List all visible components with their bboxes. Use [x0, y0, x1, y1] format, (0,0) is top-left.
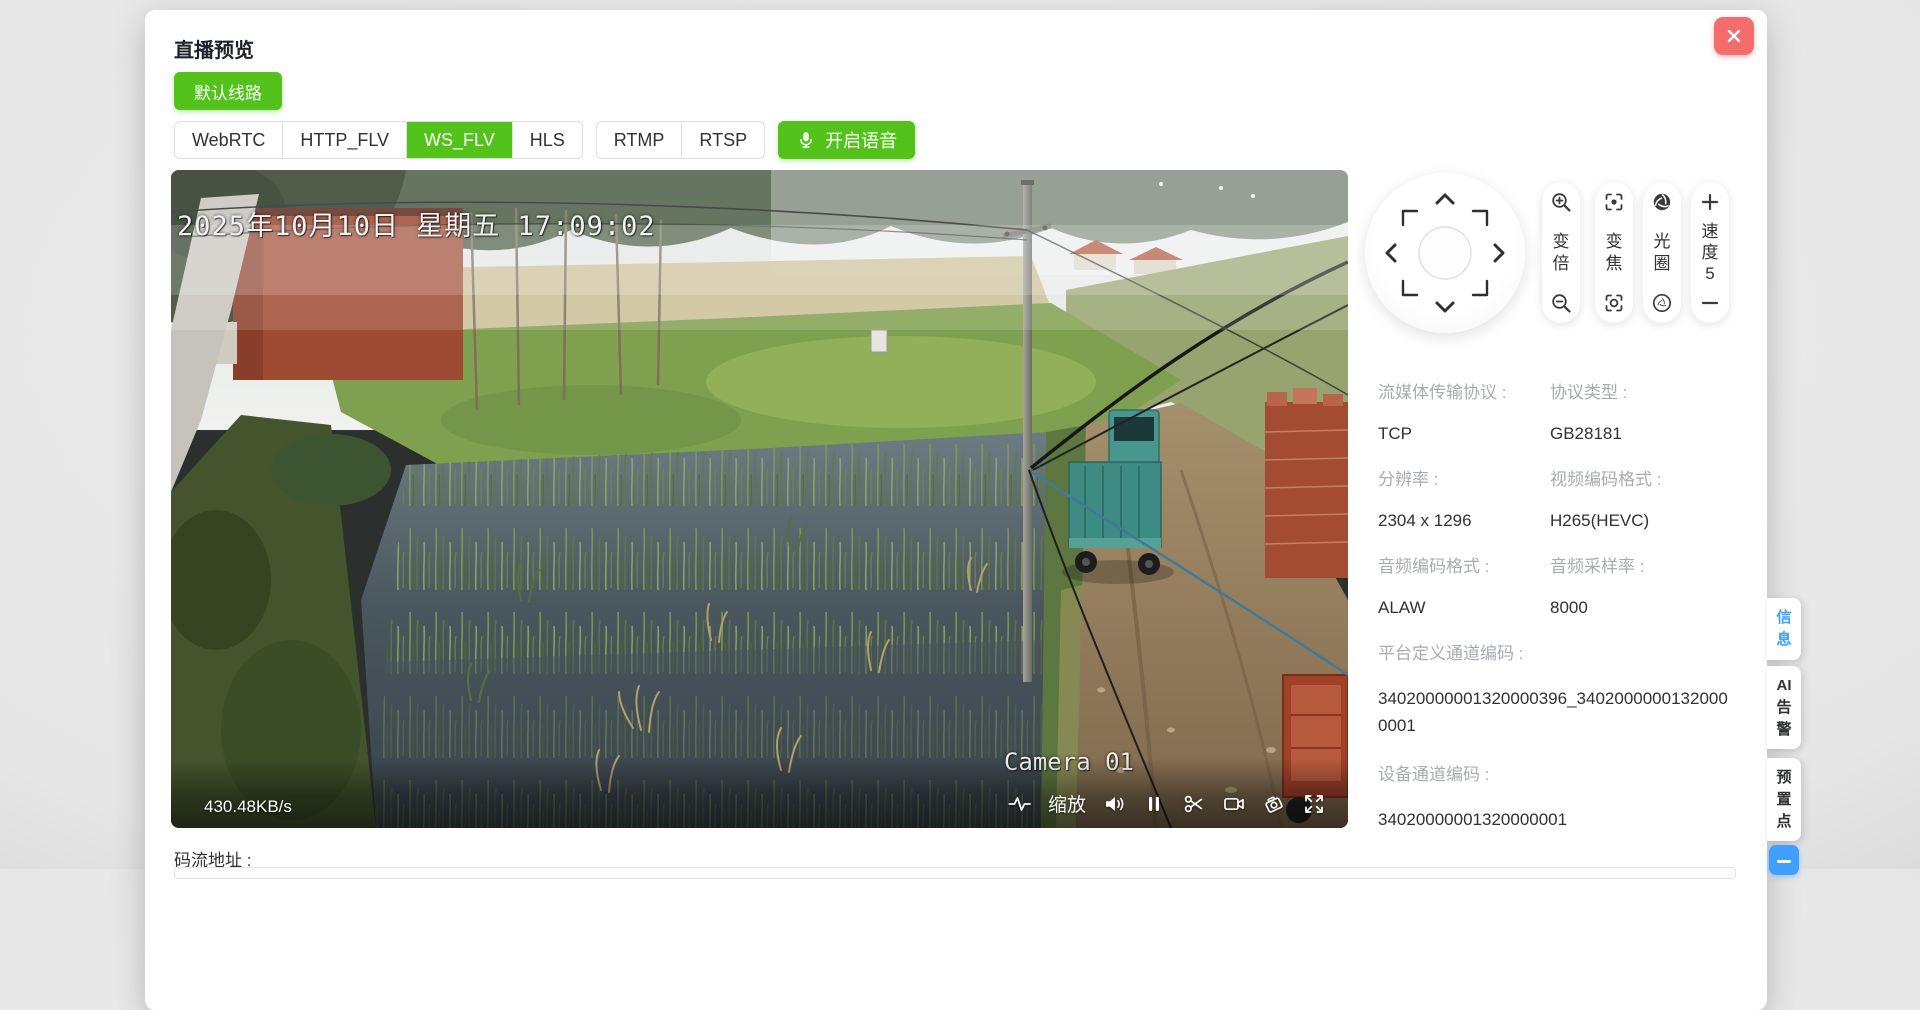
bitrate-readout: 430.48KB/s	[204, 797, 292, 817]
focus-far-icon[interactable]	[1603, 292, 1625, 314]
service-icon	[1777, 860, 1791, 863]
side-tab-ai-alarm-label: AI告警	[1776, 675, 1793, 740]
iris-label: 光圈	[1653, 231, 1671, 274]
player-control-icons: 缩放	[1008, 790, 1326, 817]
voice-button[interactable]: 开启语音	[778, 121, 915, 159]
signal-wave-icon[interactable]	[1008, 792, 1032, 816]
info-label: 协议类型 :	[1550, 378, 1728, 403]
tab-rtsp[interactable]: RTSP	[681, 122, 764, 158]
snapshot-camera-icon[interactable]	[1262, 792, 1286, 816]
info-value: TCP	[1378, 424, 1550, 444]
focus-label: 变焦	[1605, 231, 1623, 274]
videocam-icon[interactable]	[1222, 792, 1246, 816]
device-channel-id: 34020000001320000001	[1378, 806, 1728, 833]
tab-rtmp[interactable]: RTMP	[597, 122, 682, 158]
tab-hls[interactable]: HLS	[512, 122, 582, 158]
focus-near-icon[interactable]	[1603, 191, 1625, 213]
fullscreen-icon[interactable]	[1302, 792, 1326, 816]
default-line-button[interactable]: 默认线路	[174, 72, 282, 110]
magnifier-plus-icon[interactable]	[1550, 191, 1572, 213]
platform-channel-id: 34020000001320000396_3402000000132000000…	[1378, 685, 1728, 739]
osd-timestamp: 2025年10月10日 星期五 17:09:02	[177, 204, 656, 243]
info-label: 视频编码格式 :	[1550, 465, 1728, 490]
digital-zoom-button[interactable]: 缩放	[1048, 790, 1086, 817]
tab-webrtc[interactable]: WebRTC	[175, 122, 282, 158]
close-button[interactable]	[1714, 17, 1754, 55]
stream-info-panel: 流媒体传输协议 : 协议类型 : TCP GB28181 分辨率 : 视频编码格…	[1378, 378, 1728, 855]
ptz-zoom-control: 变倍	[1542, 182, 1580, 323]
iris-open-icon[interactable]	[1651, 191, 1673, 213]
speed-label: 速度	[1701, 221, 1719, 264]
info-value: H265(HEVC)	[1550, 511, 1728, 531]
side-tab-info[interactable]: 信息	[1767, 598, 1801, 660]
side-tab-ai-alarm[interactable]: AI告警	[1767, 666, 1801, 749]
video-player[interactable]: 2025年10月10日 星期五 17:09:02 Camera 01 430.4…	[171, 170, 1348, 828]
plus-icon[interactable]	[1699, 191, 1721, 213]
scissors-icon[interactable]	[1182, 792, 1206, 816]
info-label: 设备通道编码 :	[1378, 760, 1728, 785]
protocol-group-raw: RTMP RTSP	[596, 121, 765, 159]
zoom-label: 变倍	[1552, 231, 1570, 274]
tab-ws-flv[interactable]: WS_FLV	[406, 122, 512, 158]
protocol-tab-row: WebRTC HTTP_FLV WS_FLV HLS RTMP RTSP 开启语…	[174, 121, 915, 159]
microphone-icon	[796, 129, 816, 151]
side-tab-presets-label: 预置点	[1776, 767, 1793, 832]
default-line-label: 默认线路	[194, 84, 262, 103]
ptz-speed-control: 速度 5	[1691, 182, 1729, 323]
live-video-frame	[171, 170, 1348, 828]
info-label: 平台定义通道编码 :	[1378, 639, 1728, 664]
joystick-arrows-icon	[1365, 173, 1525, 333]
player-control-bar: 430.48KB/s 缩放	[171, 758, 1348, 828]
live-preview-dialog: 直播预览 默认线路 WebRTC HTTP_FLV WS_FLV HLS RTM…	[145, 10, 1767, 1010]
info-value: GB28181	[1550, 424, 1728, 444]
side-tab-presets[interactable]: 预置点	[1767, 758, 1801, 841]
volume-icon[interactable]	[1102, 792, 1126, 816]
voice-button-label: 开启语音	[825, 127, 897, 153]
ptz-joystick[interactable]	[1365, 173, 1525, 333]
speed-value: 5	[1701, 263, 1719, 284]
side-tab-info-label: 信息	[1776, 607, 1793, 651]
ptz-iris-control: 光圈	[1643, 182, 1681, 323]
dialog-title: 直播预览	[174, 34, 254, 63]
tab-http-flv[interactable]: HTTP_FLV	[282, 122, 406, 158]
info-label: 流媒体传输协议 :	[1378, 378, 1550, 403]
info-value: 8000	[1550, 598, 1728, 618]
magnifier-minus-icon[interactable]	[1550, 292, 1572, 314]
info-value: 2304 x 1296	[1378, 511, 1550, 531]
info-label: 分辨率 :	[1378, 465, 1550, 490]
x-icon	[1725, 27, 1743, 45]
pause-icon[interactable]	[1142, 792, 1166, 816]
minus-icon[interactable]	[1699, 292, 1721, 314]
info-value: ALAW	[1378, 598, 1550, 618]
ptz-focus-control: 变焦	[1595, 182, 1633, 323]
info-label: 音频采样率 :	[1550, 552, 1728, 577]
iris-close-icon[interactable]	[1651, 292, 1673, 314]
protocol-group-main: WebRTC HTTP_FLV WS_FLV HLS	[174, 121, 583, 159]
info-label: 音频编码格式 :	[1378, 552, 1550, 577]
floating-service-button[interactable]	[1769, 845, 1799, 875]
